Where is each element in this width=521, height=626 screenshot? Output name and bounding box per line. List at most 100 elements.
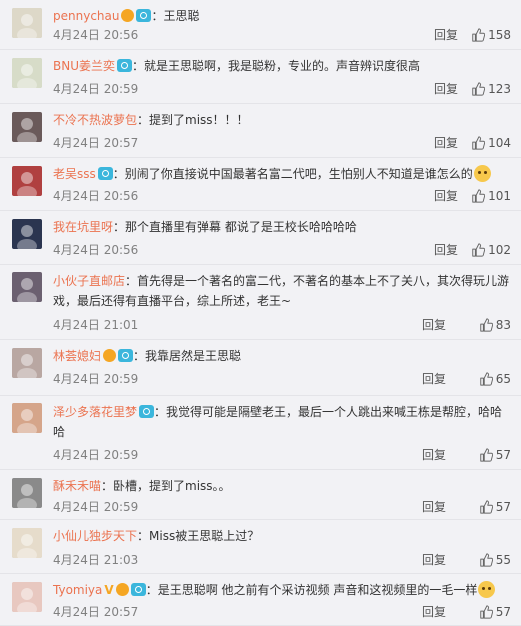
comment-item: 小伙子直邮店：首先得是一个著名的富二代，不著名的基本上不了关八，其次得玩儿游戏，… bbox=[0, 265, 521, 340]
comment-timestamp: 4月24日 20:59 bbox=[53, 82, 139, 96]
reply-button[interactable]: 回复 bbox=[434, 81, 458, 97]
comment-text: 王思聪 bbox=[163, 9, 200, 23]
avatar[interactable] bbox=[12, 272, 42, 302]
thumbs-up-icon bbox=[472, 136, 486, 150]
camera-badge-icon bbox=[97, 167, 113, 180]
separator: ： bbox=[112, 167, 125, 181]
reply-button[interactable]: 回复 bbox=[422, 317, 446, 333]
like-button[interactable]: 123 bbox=[471, 81, 511, 97]
comment-username[interactable]: 小伙子直邮店 bbox=[53, 274, 125, 288]
thumbs-up-icon bbox=[472, 243, 486, 257]
avatar[interactable] bbox=[12, 348, 42, 378]
comment-item: Tyomiya V ：是王思聪啊 他之前有个采访视频 声音和这视频里的一毛一样 4月2… bbox=[0, 574, 521, 626]
doge-emoji-icon bbox=[473, 165, 491, 182]
avatar[interactable] bbox=[12, 8, 42, 38]
like-button[interactable]: 83 bbox=[479, 317, 511, 333]
comment-body: pennychau ：王思聪 bbox=[53, 6, 511, 26]
comment-timestamp: 4月24日 20:57 bbox=[53, 136, 139, 150]
separator: ： bbox=[137, 529, 150, 543]
comment-username[interactable]: 不冷不热波萝包 bbox=[53, 113, 137, 127]
like-button[interactable]: 57 bbox=[479, 604, 511, 620]
like-count: 102 bbox=[488, 243, 511, 257]
comment-username[interactable]: 酥禾禾喵 bbox=[53, 479, 101, 493]
avatar[interactable] bbox=[12, 112, 42, 142]
comment-timestamp: 4月24日 21:03 bbox=[53, 553, 139, 567]
comment-timestamp: 4月24日 20:59 bbox=[53, 500, 139, 514]
comment-item: 林荟媳妇 ：我靠居然是王思聪 4月24日 20:59 回复 65 bbox=[0, 340, 521, 396]
separator: ： bbox=[154, 405, 167, 419]
like-count: 57 bbox=[495, 448, 511, 462]
comment-timestamp: 4月24日 20:57 bbox=[53, 605, 139, 619]
thumbs-up-icon bbox=[479, 448, 493, 462]
comment-body: 小伙子直邮店：首先得是一个著名的富二代，不著名的基本上不了关八，其次得玩儿游戏，… bbox=[53, 271, 511, 311]
comment-username[interactable]: 老吴sss bbox=[53, 167, 96, 181]
thumbs-up-icon bbox=[472, 82, 486, 96]
comment-body: Tyomiya V ：是王思聪啊 他之前有个采访视频 声音和这视频里的一毛一样 bbox=[53, 580, 511, 600]
reply-button[interactable]: 回复 bbox=[434, 27, 458, 43]
comment-username[interactable]: 林荟媳妇 bbox=[53, 349, 101, 363]
avatar[interactable] bbox=[12, 528, 42, 558]
avatar[interactable] bbox=[12, 58, 42, 88]
comment-username[interactable]: pennychau bbox=[53, 9, 119, 23]
reply-button[interactable]: 回复 bbox=[434, 135, 458, 151]
like-button[interactable]: 65 bbox=[479, 371, 511, 387]
thumbs-up-icon bbox=[479, 500, 493, 514]
separator: ： bbox=[151, 9, 164, 23]
reply-button[interactable]: 回复 bbox=[422, 447, 446, 463]
camera-badge-icon bbox=[130, 583, 146, 596]
comment-username[interactable]: 泽少多落花里梦 bbox=[53, 405, 137, 419]
comment-body: 我在坑里呀：那个直播里有弹幕 都说了是王校长哈哈哈哈 bbox=[53, 217, 511, 237]
comment-item: 小仙儿独步天下：Miss被王思聪上过？ 4月24日 21:03 回复 55 bbox=[0, 520, 521, 574]
like-button[interactable]: 57 bbox=[479, 447, 511, 463]
thumbs-up-icon bbox=[472, 189, 486, 203]
reply-button[interactable]: 回复 bbox=[434, 242, 458, 258]
comment-body: 老吴sss ：别闹了你直接说中国最著名富二代吧，生怕别人不知道是谁怎么的 bbox=[53, 164, 511, 184]
comment-item: pennychau ：王思聪 4月24日 20:56 回复 158 bbox=[0, 0, 521, 50]
comment-timestamp: 4月24日 20:59 bbox=[53, 372, 139, 386]
avatar[interactable] bbox=[12, 219, 42, 249]
like-button[interactable]: 158 bbox=[471, 27, 511, 43]
comment-username[interactable]: 小仙儿独步天下 bbox=[53, 529, 137, 543]
comment-text: 提到了miss！！！ bbox=[149, 113, 249, 127]
comment-text: 别闹了你直接说中国最著名富二代吧，生怕别人不知道是谁怎么的 bbox=[124, 167, 473, 181]
avatar[interactable] bbox=[12, 582, 42, 612]
like-count: 104 bbox=[488, 136, 511, 150]
comment-item: 我在坑里呀：那个直播里有弹幕 都说了是王校长哈哈哈哈 4月24日 20:56 回复 1… bbox=[0, 211, 521, 265]
comment-timestamp: 4月24日 21:01 bbox=[53, 318, 139, 332]
like-button[interactable]: 102 bbox=[471, 242, 511, 258]
like-button[interactable]: 101 bbox=[471, 188, 511, 204]
thumbs-up-icon bbox=[479, 318, 493, 332]
reply-button[interactable]: 回复 bbox=[422, 604, 446, 620]
separator: ： bbox=[101, 479, 114, 493]
verified-v-icon: V bbox=[104, 583, 114, 597]
separator: ： bbox=[125, 274, 138, 288]
like-button[interactable]: 55 bbox=[479, 552, 511, 568]
avatar[interactable] bbox=[12, 403, 42, 433]
reply-button[interactable]: 回复 bbox=[422, 552, 446, 568]
like-button[interactable]: 104 bbox=[471, 135, 511, 151]
vip-badge-icon bbox=[115, 583, 129, 596]
comment-username[interactable]: BNU姜兰奕 bbox=[53, 59, 115, 73]
reply-button[interactable]: 回复 bbox=[434, 188, 458, 204]
separator: ： bbox=[113, 220, 126, 234]
separator: ： bbox=[137, 113, 150, 127]
avatar[interactable] bbox=[12, 166, 42, 196]
comment-item: 酥禾禾喵：卧槽，提到了miss。。 4月24日 20:59 回复 57 bbox=[0, 470, 521, 520]
comment-text: 是王思聪啊 他之前有个采访视频 声音和这视频里的一毛一样 bbox=[157, 583, 478, 597]
like-count: 65 bbox=[495, 372, 511, 386]
vip-badge-icon bbox=[121, 9, 135, 22]
avatar[interactable] bbox=[12, 478, 42, 508]
reply-button[interactable]: 回复 bbox=[422, 371, 446, 387]
vip-badge-icon bbox=[103, 349, 117, 362]
like-button[interactable]: 57 bbox=[479, 499, 511, 515]
comment-timestamp: 4月24日 20:56 bbox=[53, 189, 139, 203]
comment-body: BNU姜兰奕 ：就是王思聪啊，我是聪粉，专业的。声音辨识度很高 bbox=[53, 56, 511, 76]
comment-username[interactable]: 我在坑里呀 bbox=[53, 220, 113, 234]
like-count: 123 bbox=[488, 82, 511, 96]
reply-button[interactable]: 回复 bbox=[422, 499, 446, 515]
camera-badge-icon bbox=[117, 59, 132, 72]
comment-username[interactable]: Tyomiya bbox=[53, 583, 102, 597]
comment-timestamp: 4月24日 20:56 bbox=[53, 243, 139, 257]
comment-text: 卧槽，提到了miss。。 bbox=[113, 479, 231, 493]
comment-text: 我靠居然是王思聪 bbox=[145, 349, 242, 363]
